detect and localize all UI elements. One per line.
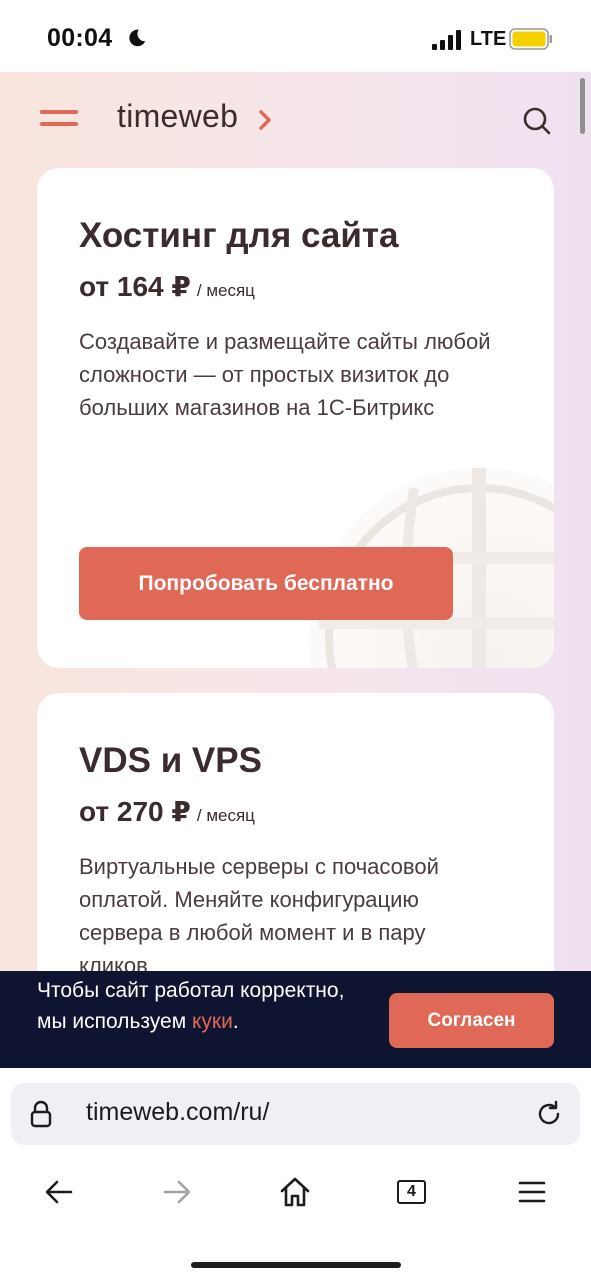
lock-icon <box>30 1100 52 1128</box>
network-label: LTE <box>470 28 507 50</box>
card-description: Создавайте и размещайте сайты любой слож… <box>79 329 491 420</box>
price-period: / месяц <box>196 281 255 300</box>
url-text[interactable]: timeweb.com/ru/ <box>86 1098 269 1127</box>
home-indicator <box>191 1262 401 1268</box>
reload-icon[interactable] <box>535 1100 563 1128</box>
cookie-message: Чтобы сайт работал корректно, мы использ… <box>37 979 345 1033</box>
try-free-button[interactable]: Попробовать бесплатно <box>79 547 453 620</box>
accept-cookies-button[interactable]: Согласен <box>389 993 554 1048</box>
signal-icon <box>432 30 461 50</box>
logo-chevron-icon <box>259 110 271 130</box>
status-bar: 00:04 LTE <box>0 0 591 72</box>
card-title: Хостинг для сайта <box>79 216 399 255</box>
cookie-suffix: . <box>232 1009 239 1033</box>
home-icon[interactable] <box>279 1176 311 1208</box>
address-bar[interactable]: timeweb.com/ru/ <box>11 1083 580 1145</box>
card-title: VDS и VPS <box>79 741 262 780</box>
card-price: от 270 ₽ / месяц <box>79 795 255 828</box>
browser-toolbar: timeweb.com/ru/ 4 <box>0 1068 591 1280</box>
logo[interactable]: timeweb <box>117 98 238 135</box>
search-icon[interactable] <box>522 106 552 136</box>
card-price: от 164 ₽ / месяц <box>79 270 255 303</box>
forward-arrow-icon[interactable] <box>161 1176 193 1208</box>
tabs-icon[interactable]: 4 <box>397 1180 426 1204</box>
status-time: 00:04 <box>47 24 113 52</box>
card-description: Виртуальные серверы с почасовой оплатой.… <box>79 854 439 978</box>
cookie-link[interactable]: куки <box>192 1010 233 1033</box>
battery-icon <box>509 28 552 50</box>
cookie-text: Чтобы сайт работал корректно, мы использ… <box>37 976 357 1037</box>
menu-icon[interactable] <box>516 1176 548 1208</box>
page-content[interactable]: timeweb Хостинг для сайта от 164 ₽ / меся… <box>0 72 591 1068</box>
hosting-card: Хостинг для сайта от 164 ₽ / месяц Создав… <box>37 168 554 668</box>
back-arrow-icon[interactable] <box>43 1176 75 1208</box>
price-value: от 164 ₽ <box>79 271 191 302</box>
price-value: от 270 ₽ <box>79 796 191 827</box>
cookie-banner: Чтобы сайт работал корректно, мы использ… <box>0 971 591 1068</box>
price-period: / месяц <box>196 806 255 825</box>
hamburger-icon[interactable] <box>40 110 78 130</box>
scrollbar[interactable] <box>580 78 585 134</box>
moon-icon <box>129 29 146 47</box>
